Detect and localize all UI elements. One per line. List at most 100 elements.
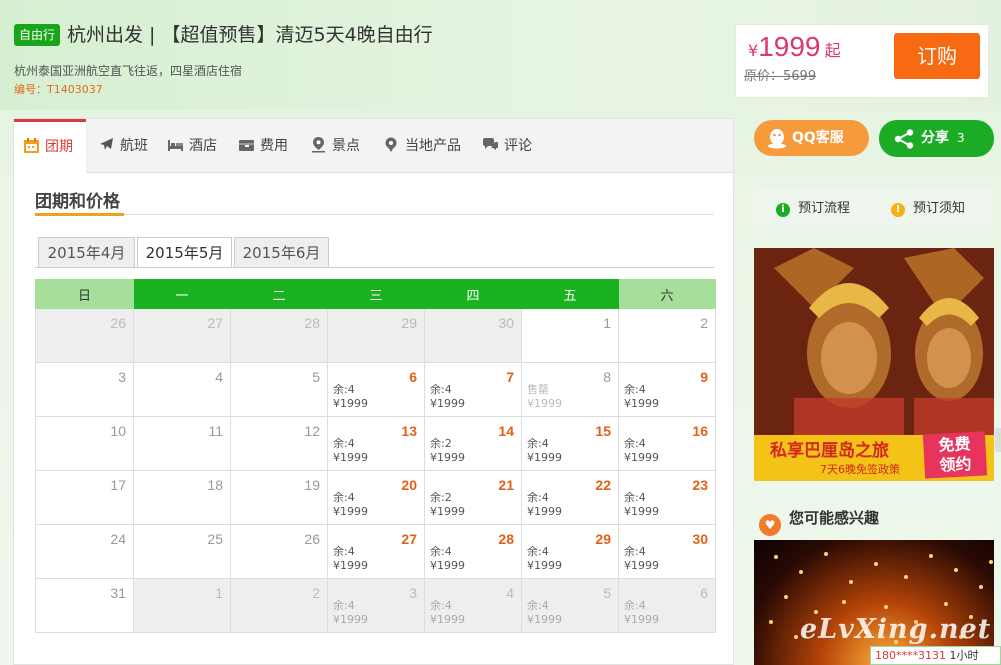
day-number: 23 (692, 477, 708, 493)
calendar-day-available[interactable]: 16 余:4 ¥1999 (618, 416, 716, 471)
day-price: ¥1999 (527, 559, 562, 572)
currency-symbol: ¥ (748, 41, 759, 60)
seats-left: 余:4 (430, 383, 452, 396)
qq-service-button[interactable]: QQ客服 (754, 120, 869, 156)
seats-left: 余:4 (430, 545, 452, 558)
day-number: 8 (603, 369, 611, 385)
price-display: ¥1999 起 (748, 31, 841, 63)
tab-local-products[interactable]: 当地产品 (383, 119, 461, 173)
buy-button[interactable]: 订购 (894, 33, 980, 79)
tab-schedule[interactable]: 团期 (14, 119, 86, 174)
share-button[interactable]: 分享 3 (879, 120, 994, 157)
interest-heading: ♥ 您可能感兴趣 (759, 505, 879, 536)
interest-title: 您可能感兴趣 (789, 509, 880, 527)
lantern-light (989, 560, 993, 564)
calendar-day: 11 (133, 416, 231, 471)
day-availability: 余:4 ¥1999 (333, 599, 368, 627)
booking-process-link[interactable]: i 预订流程 (776, 189, 850, 229)
calendar-day: 17 (35, 470, 134, 525)
seats-left: 余:4 (624, 545, 646, 558)
day-number: 12 (304, 423, 320, 439)
tab-hotel[interactable]: 酒店 (167, 119, 217, 173)
lantern-light (849, 580, 853, 584)
month-tab-june[interactable]: 2015年6月 (234, 237, 329, 268)
calendar-day: 4 (133, 362, 231, 417)
banner-title: 私享巴厘岛之旅 (770, 441, 889, 461)
calendar-day: 24 (35, 524, 134, 579)
calendar-day-available[interactable]: 6 余:4 ¥1999 (327, 362, 425, 417)
bed-icon (168, 140, 183, 151)
calendar-day-available[interactable]: 13 余:4 ¥1999 (327, 416, 425, 471)
calendar-day-available[interactable]: 22 余:4 ¥1999 (521, 470, 619, 525)
calendar-day: 3 (35, 362, 134, 417)
plane-icon (100, 138, 113, 150)
calendar-day-available[interactable]: 20 余:4 ¥1999 (327, 470, 425, 525)
day-number: 13 (401, 423, 417, 439)
tab-label: 酒店 (189, 138, 217, 154)
tab-attractions[interactable]: 景点 (310, 119, 360, 173)
day-number: 26 (110, 315, 126, 331)
bali-promo-banner[interactable]: 私享巴厘岛之旅 7天6晚免签政策 免费 领约 (754, 248, 994, 481)
calendar-day-available[interactable]: 28 余:4 ¥1999 (424, 524, 522, 579)
calendar-day: 29 (327, 308, 425, 363)
price-box: ¥1999 起 原价：5699 订购 (735, 24, 989, 98)
day-number: 26 (304, 531, 320, 547)
qq-penguin-icon (768, 129, 786, 149)
day-number: 4 (215, 369, 223, 385)
banner-free-badge: 免费 领约 (922, 431, 988, 479)
carousel-next-handle[interactable] (995, 428, 1001, 452)
tab-reviews[interactable]: 评论 (482, 119, 532, 173)
month-tab-april[interactable]: 2015年4月 (38, 237, 135, 268)
seats-left: 余:4 (624, 383, 646, 396)
day-availability: 余:4 ¥1999 (430, 383, 465, 411)
calendar-week-row: 10 11 12 13 余:4 ¥1999 14 余:2 ¥1999 15 余:4 ¥1999 16 余:… (35, 416, 716, 471)
lantern-light (944, 602, 948, 606)
calendar-day: 25 (133, 524, 231, 579)
section-underline (35, 213, 124, 216)
tab-cost[interactable]: 费用 (238, 119, 288, 173)
lantern-light (794, 635, 798, 639)
calendar-day-available[interactable]: 27 余:4 ¥1999 (327, 524, 425, 579)
calendar-day-available[interactable]: 23 余:4 ¥1999 (618, 470, 716, 525)
calendar-day-available[interactable]: 30 余:4 ¥1999 (618, 524, 716, 579)
day-price: ¥1999 (430, 613, 465, 626)
day-price: ¥1999 (527, 451, 562, 464)
day-availability: 余:4 ¥1999 (624, 491, 659, 519)
location-gear-icon (385, 137, 397, 152)
day-number: 18 (207, 477, 223, 493)
day-availability: 余:4 ¥1999 (333, 545, 368, 573)
calendar-day-available[interactable]: 7 余:4 ¥1999 (424, 362, 522, 417)
lantern-light (979, 585, 983, 589)
lantern-light (842, 600, 846, 604)
calendar-day: 26 (35, 308, 134, 363)
day-price: ¥1999 (624, 613, 659, 626)
calendar-day-available[interactable]: 14 余:2 ¥1999 (424, 416, 522, 471)
day-availability: 余:4 ¥1999 (624, 599, 659, 627)
day-number: 24 (110, 531, 126, 547)
section-divider (35, 214, 714, 215)
month-tab-may[interactable]: 2015年5月 (137, 237, 232, 268)
day-price: ¥1999 (333, 451, 368, 464)
calendar-day-available[interactable]: 15 余:4 ¥1999 (521, 416, 619, 471)
calendar-body: 26 27 28 29 30 1 2 3 4 5 6 余:4 ¥1999 7 余:4 ¥1999 8 售罄 ¥199… (35, 308, 716, 633)
weekday-thu: 四 (424, 279, 522, 309)
share-count: 3 (957, 131, 965, 145)
tab-flight[interactable]: 航班 (98, 119, 148, 173)
calendar-week-row: 17 18 19 20 余:4 ¥1999 21 余:2 ¥1999 22 余:4 ¥1999 23 余:… (35, 470, 716, 525)
original-price: 原价：5699 (744, 69, 817, 84)
booking-notice-link[interactable]: ! 预订须知 (891, 189, 965, 229)
calendar-day-available[interactable]: 29 余:4 ¥1999 (521, 524, 619, 579)
weekday-wed: 三 (327, 279, 425, 309)
day-price: ¥1999 (624, 397, 659, 410)
day-number: 7 (506, 369, 514, 385)
day-number: 5 (312, 369, 320, 385)
seats-left: 余:2 (430, 437, 452, 450)
calendar-day-available[interactable]: 9 余:4 ¥1999 (618, 362, 716, 417)
calendar-day-available[interactable]: 21 余:2 ¥1999 (424, 470, 522, 525)
day-availability: 余:4 ¥1999 (430, 599, 465, 627)
calendar-week-row: 31 1 2 3 余:4 ¥1999 4 余:4 ¥1999 5 余:4 ¥1999 6 余:4 ¥1999 (35, 578, 716, 633)
day-price: ¥1999 (430, 397, 465, 410)
day-number: 29 (595, 531, 611, 547)
day-availability: 余:4 ¥1999 (333, 437, 368, 465)
dancer-illustration (754, 248, 994, 438)
